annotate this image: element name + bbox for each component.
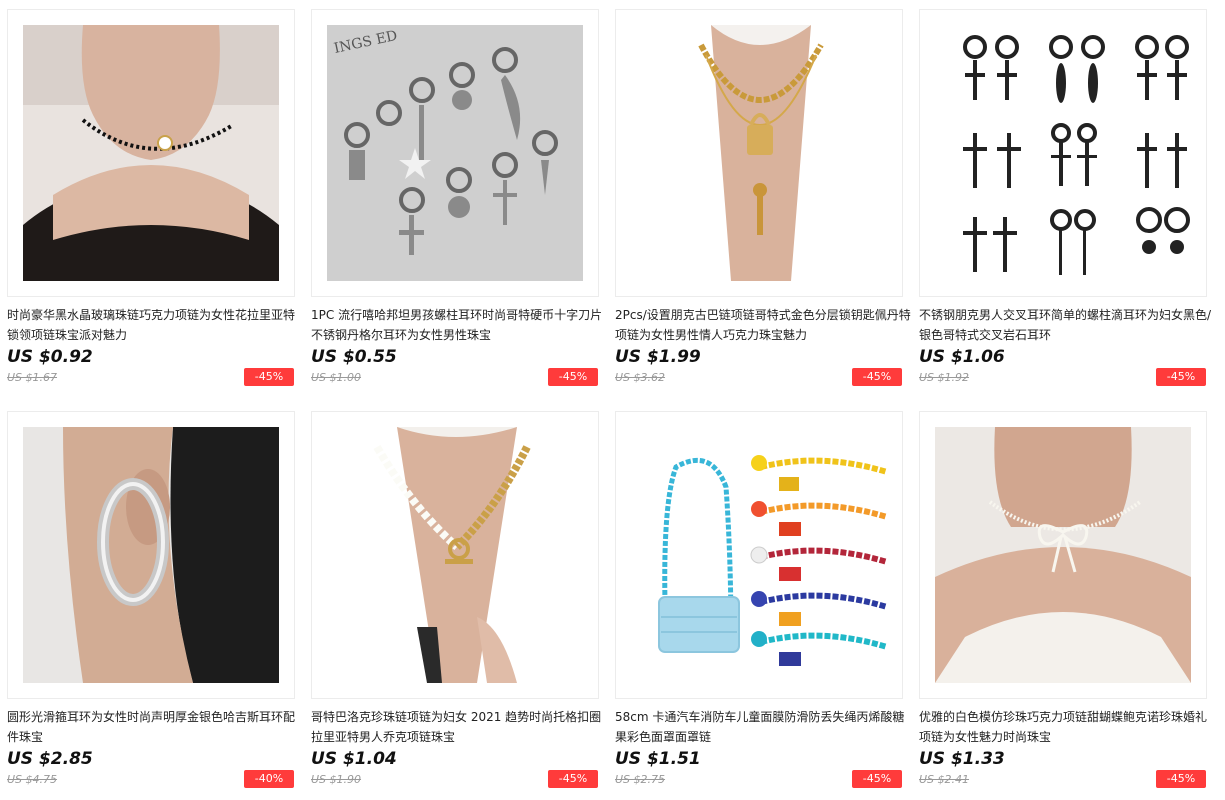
product-title[interactable]: 2Pcs/设置朋克古巴链项链哥特式金色分层锁钥匙佩丹特项链为女性男性情人巧克力珠…: [615, 305, 911, 345]
product-price: US $0.92: [7, 347, 93, 367]
discount-badge: -45%: [1156, 368, 1206, 386]
product-image-silver-hoop-earring[interactable]: [7, 411, 295, 699]
discount-badge: -45%: [548, 368, 598, 386]
product-original-price: US $1.67: [7, 371, 58, 384]
product-title[interactable]: 58cm 卡通汽车消防车儿童面膜防滑防丢失绳丙烯酸糖果彩色面罩面罩链: [615, 707, 911, 747]
product-title[interactable]: 不锈钢朋克男人交叉耳环简单的螺柱滴耳环为妇女黑色/银色哥特式交叉岩石耳环: [919, 305, 1215, 345]
product-price: US $0.55: [311, 347, 397, 367]
discount-badge: -45%: [548, 770, 598, 788]
product-image-pearl-gold-chain-necklace[interactable]: [311, 411, 599, 699]
product-image-pearl-bow-choker[interactable]: [919, 411, 1207, 699]
product-original-price: US $1.92: [919, 371, 970, 384]
product-price: US $2.85: [7, 749, 93, 769]
product-image-black-bead-choker[interactable]: [7, 9, 295, 297]
product-price: US $1.06: [919, 347, 1005, 367]
product-original-price: US $2.75: [615, 773, 666, 786]
product-image-black-cross-earrings[interactable]: [919, 9, 1207, 297]
discount-badge: -40%: [244, 770, 294, 788]
product-price: US $1.51: [615, 749, 701, 769]
product-original-price: US $4.75: [7, 773, 58, 786]
product-title[interactable]: 哥特巴洛克珍珠链项链为妇女 2021 趋势时尚托格扣圈拉里亚特男人乔克项链珠宝: [311, 707, 607, 747]
product-image-colorful-mask-chains[interactable]: [615, 411, 903, 699]
product-title[interactable]: 时尚豪华黑水晶玻璃珠链巧克力项链为女性花拉里亚特锁领项链珠宝派对魅力: [7, 305, 303, 345]
product-price: US $1.04: [311, 749, 397, 769]
product-original-price: US $1.00: [311, 371, 362, 384]
discount-badge: -45%: [1156, 770, 1206, 788]
product-title[interactable]: 1PC 流行嘻哈邦坦男孩螺柱耳环时尚哥特硬币十字刀片不锈钢丹格尔耳环为女性男性珠…: [311, 305, 607, 345]
discount-badge: -45%: [852, 368, 902, 386]
discount-badge: -45%: [244, 368, 294, 386]
product-original-price: US $2.41: [919, 773, 970, 786]
product-grid: 时尚豪华黑水晶玻璃珠链巧克力项链为女性花拉里亚特锁领项链珠宝派对魅力 US $0…: [0, 0, 1225, 800]
product-original-price: US $1.90: [311, 773, 362, 786]
product-image-gold-lock-key-necklace[interactable]: [615, 9, 903, 297]
discount-badge: -45%: [852, 770, 902, 788]
product-title[interactable]: 圆形光滑箍耳环为女性时尚声明厚金银色哈吉斯耳环配件珠宝: [7, 707, 303, 747]
product-original-price: US $3.62: [615, 371, 666, 384]
product-price: US $1.33: [919, 749, 1005, 769]
product-title[interactable]: 优雅的白色模仿珍珠巧克力项链甜蝴蝶鲍克诺珍珠婚礼项链为女性魅力时尚珠宝: [919, 707, 1215, 747]
product-price: US $1.99: [615, 347, 701, 367]
product-image-silver-charm-earrings[interactable]: INGS ED: [311, 9, 599, 297]
